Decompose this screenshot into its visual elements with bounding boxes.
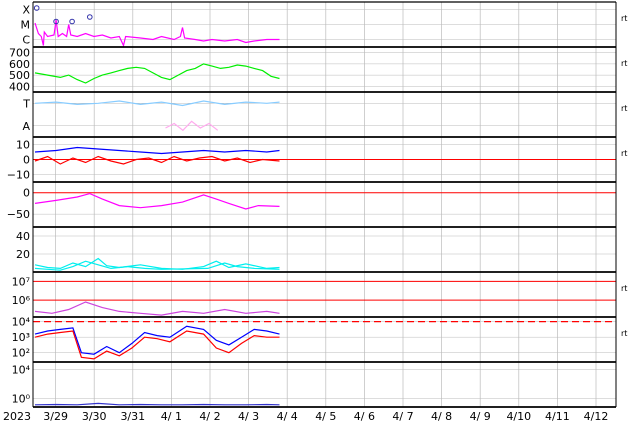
series-line-proton-flux-0 bbox=[34, 325, 280, 355]
x-tick-label: 4/12 bbox=[584, 410, 609, 423]
panel-right-label: rt bbox=[621, 149, 627, 158]
x-tick-label: 4/11 bbox=[545, 410, 570, 423]
series-line-electron-flux-0 bbox=[34, 301, 280, 316]
x-tick-label: 4/ 3 bbox=[238, 410, 259, 423]
y-tick-label: 10⁴ bbox=[12, 363, 31, 376]
panel-right-label: rt bbox=[621, 14, 627, 23]
x-tick-label: 3/29 bbox=[43, 410, 68, 423]
y-tick-label: 10² bbox=[12, 347, 30, 360]
y-tick-label: 40 bbox=[16, 230, 30, 243]
x-tick-label: 2023 bbox=[3, 410, 31, 423]
x-tick-label: 4/ 7 bbox=[392, 410, 413, 423]
y-tick-label: 10⁷ bbox=[12, 275, 30, 288]
y-tick-label: −50 bbox=[7, 208, 30, 221]
y-tick-label: X bbox=[22, 4, 30, 17]
x-tick-label: 4/ 1 bbox=[161, 410, 182, 423]
x-tick-label: 4/ 4 bbox=[277, 410, 298, 423]
y-tick-label: 10 bbox=[16, 139, 30, 152]
x-tick-label: 3/30 bbox=[82, 410, 107, 423]
x-tick-label: 4/ 2 bbox=[199, 410, 220, 423]
series-line-imf-bz-bt-0 bbox=[34, 146, 280, 155]
flare-marker bbox=[86, 14, 93, 20]
y-tick-label: 20 bbox=[16, 248, 30, 261]
series-line-kp-ae-1 bbox=[34, 260, 280, 271]
y-tick-label: 10⁴ bbox=[12, 316, 31, 329]
y-tick-label: M bbox=[21, 19, 31, 32]
series-line-solar-wind-speed-0 bbox=[34, 63, 280, 84]
x-tick-label: 4/ 6 bbox=[354, 410, 375, 423]
x-tick-label: 4/ 8 bbox=[431, 410, 452, 423]
y-tick-label: T bbox=[22, 97, 30, 110]
y-tick-label: 0 bbox=[23, 187, 30, 200]
y-tick-label: 0 bbox=[23, 154, 30, 167]
x-tick-label: 4/10 bbox=[506, 410, 531, 423]
y-tick-label: 400 bbox=[9, 80, 30, 93]
x-tick-label: 4/ 9 bbox=[470, 410, 491, 423]
panel-right-label: rt bbox=[621, 329, 627, 338]
y-tick-label: 10³ bbox=[12, 331, 30, 344]
series-line-neutron-flux-0 bbox=[34, 402, 280, 406]
panel-right-label: rt bbox=[621, 59, 627, 68]
panel-right-label: rt bbox=[621, 104, 627, 113]
series-line-imf-bz-bt-1 bbox=[34, 155, 280, 165]
y-tick-label: C bbox=[22, 34, 30, 47]
flare-marker bbox=[69, 18, 75, 25]
chart-svg: XMCrt700600500400rtTArt100−10rt0−5040201… bbox=[3, 1, 627, 423]
x-tick-label: 3/31 bbox=[120, 410, 145, 423]
x-tick-label: 4/ 5 bbox=[315, 410, 336, 423]
y-tick-label: 10⁶ bbox=[12, 294, 31, 307]
panel-right-label: rt bbox=[621, 284, 627, 293]
y-tick-label: A bbox=[22, 120, 30, 133]
y-tick-label: 10⁰ bbox=[12, 392, 31, 405]
y-tick-label: −10 bbox=[7, 169, 30, 182]
space-weather-chart: X M Crt 700 600 500 400 rt T Art 10 0 −10 rt 0 −50 40 20 1… bbox=[0, 0, 634, 424]
series-line-dst-index-0 bbox=[34, 192, 280, 210]
